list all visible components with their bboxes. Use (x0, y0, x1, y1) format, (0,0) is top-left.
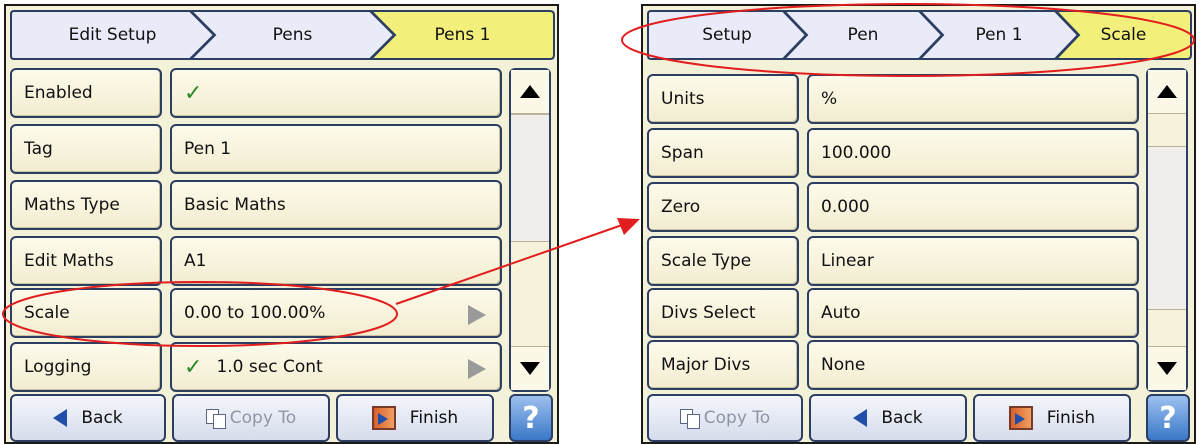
row-value[interactable]: 100.000 (807, 128, 1139, 178)
copy-icon (679, 409, 700, 429)
chevron-right-icon (468, 359, 486, 379)
row-value[interactable]: 0.00 to 100.00% (170, 288, 502, 338)
row-value[interactable]: None (807, 340, 1139, 390)
row-value[interactable]: ✓ (170, 68, 502, 118)
scrollbar[interactable] (1146, 68, 1188, 392)
copy-to-button[interactable]: Copy To (172, 394, 330, 442)
scroll-up-button[interactable] (1148, 70, 1186, 114)
finish-icon (1008, 406, 1033, 430)
help-button[interactable]: ? (1146, 394, 1190, 442)
breadcrumb: Setup Pen Pen 1 Scale (647, 10, 1192, 60)
breadcrumb-pens[interactable]: Pens (190, 10, 395, 60)
copy-to-label: Copy To (229, 408, 297, 428)
row-label: Maths Type (10, 180, 162, 230)
scroll-down-button[interactable] (511, 346, 549, 390)
copy-to-label: Copy To (703, 408, 771, 428)
row-divs-select[interactable]: Divs Select Auto (647, 288, 1142, 338)
row-label: Units (647, 74, 799, 124)
row-maths-type[interactable]: Maths Type Basic Maths (10, 180, 505, 230)
row-scale[interactable]: Scale 0.00 to 100.00% (10, 288, 505, 338)
help-icon: ? (522, 400, 540, 436)
check-icon: ✓ (184, 354, 203, 380)
row-value-text: 0.00 to 100.00% (184, 303, 326, 323)
row-units[interactable]: Units % (647, 74, 1142, 124)
back-button[interactable]: Back (10, 394, 166, 442)
row-scale-type[interactable]: Scale Type Linear (647, 236, 1142, 286)
finish-label: Finish (1046, 408, 1096, 428)
row-logging[interactable]: Logging ✓ 1.0 sec Cont (10, 342, 505, 392)
row-label: Enabled (10, 68, 162, 118)
finish-button[interactable]: Finish (973, 394, 1131, 442)
scroll-thumb[interactable] (1148, 146, 1186, 310)
row-label: Scale (10, 288, 162, 338)
row-value[interactable]: ✓ 1.0 sec Cont (170, 342, 502, 392)
help-button[interactable]: ? (509, 394, 553, 442)
back-label: Back (81, 408, 123, 428)
row-value[interactable]: A1 (170, 236, 502, 286)
breadcrumb-scale[interactable]: Scale (1055, 10, 1192, 60)
back-button[interactable]: Back (809, 394, 967, 442)
row-label: Scale Type (647, 236, 799, 286)
scroll-up-button[interactable] (511, 70, 549, 114)
back-arrow-icon (53, 409, 68, 427)
row-label: Zero (647, 182, 799, 232)
scroll-down-icon (520, 362, 540, 375)
row-value[interactable]: 0.000 (807, 182, 1139, 232)
row-label: Major Divs (647, 340, 799, 390)
breadcrumb-label: Scale (1100, 25, 1147, 45)
breadcrumb-edit-setup[interactable]: Edit Setup (10, 10, 215, 60)
breadcrumb-pens-1[interactable]: Pens 1 (370, 10, 555, 60)
finish-label: Finish (409, 408, 459, 428)
check-icon: ✓ (184, 80, 203, 106)
row-value[interactable]: Basic Maths (170, 180, 502, 230)
finish-button[interactable]: Finish (336, 394, 494, 442)
row-label: Tag (10, 124, 162, 174)
row-label: Edit Maths (10, 236, 162, 286)
row-label: Logging (10, 342, 162, 392)
breadcrumb-label: Pen (847, 25, 879, 45)
row-value[interactable]: Linear (807, 236, 1139, 286)
breadcrumb-label: Edit Setup (68, 25, 157, 45)
breadcrumb-label: Pen 1 (975, 25, 1023, 45)
help-icon: ? (1159, 400, 1177, 436)
breadcrumb: Edit Setup Pens Pens 1 (10, 10, 555, 60)
row-major-divs[interactable]: Major Divs None (647, 340, 1142, 390)
scroll-up-icon (520, 85, 540, 98)
scroll-down-icon (1157, 362, 1177, 375)
row-zero[interactable]: Zero 0.000 (647, 182, 1142, 232)
scrollbar[interactable] (509, 68, 551, 392)
finish-icon (371, 406, 396, 430)
chevron-right-icon (468, 305, 486, 325)
back-label: Back (881, 408, 923, 428)
scroll-up-icon (1157, 85, 1177, 98)
row-value-text: 1.0 sec Cont (216, 357, 323, 377)
row-label: Span (647, 128, 799, 178)
row-value[interactable]: Pen 1 (170, 124, 502, 174)
row-span[interactable]: Span 100.000 (647, 128, 1142, 178)
row-edit-maths[interactable]: Edit Maths A1 (10, 236, 505, 286)
right-screen: Setup Pen Pen 1 Scale Units % Span 100.0… (641, 4, 1196, 444)
row-label: Divs Select (647, 288, 799, 338)
copy-icon (205, 409, 226, 429)
breadcrumb-label: Pens (272, 25, 313, 45)
scroll-down-button[interactable] (1148, 346, 1186, 390)
row-tag[interactable]: Tag Pen 1 (10, 124, 505, 174)
copy-to-button[interactable]: Copy To (647, 394, 803, 442)
back-arrow-icon (853, 409, 868, 427)
breadcrumb-label: Pens 1 (434, 25, 491, 45)
annotation-arrow-head (617, 218, 640, 235)
scroll-thumb[interactable] (511, 114, 549, 242)
left-screen: Edit Setup Pens Pens 1 Enabled ✓ Tag Pen… (4, 4, 559, 444)
breadcrumb-label: Setup (702, 25, 752, 45)
row-value[interactable]: % (807, 74, 1139, 124)
row-value[interactable]: Auto (807, 288, 1139, 338)
row-enabled[interactable]: Enabled ✓ (10, 68, 505, 118)
